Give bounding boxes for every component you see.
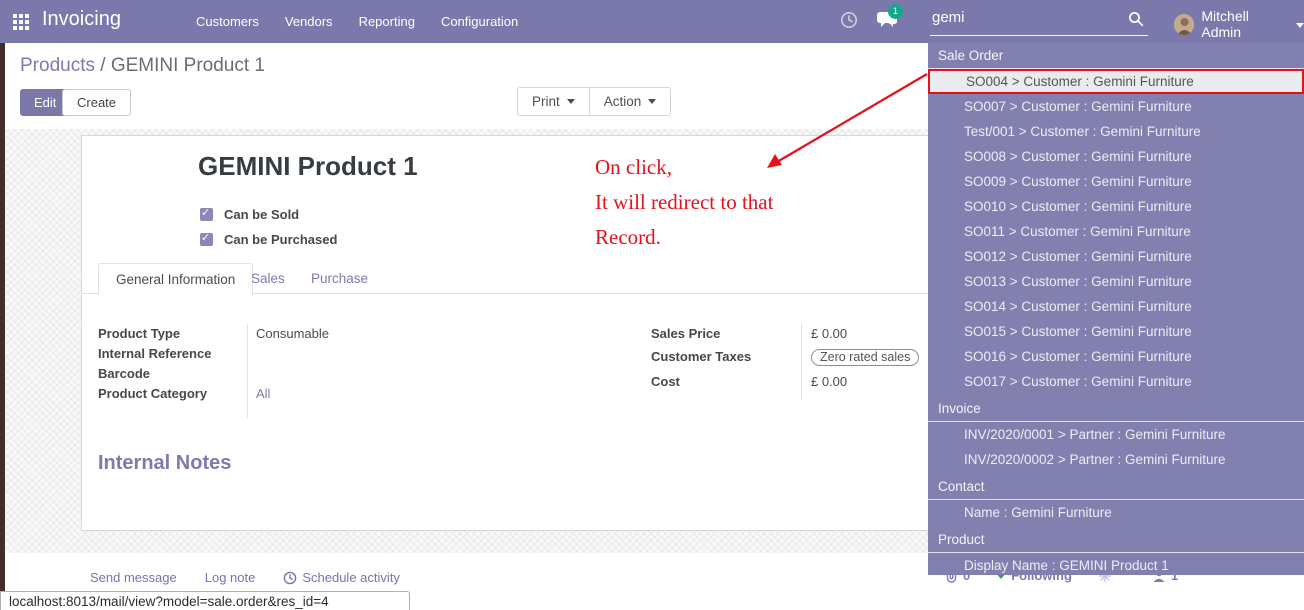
menu-item-reporting[interactable]: Reporting (359, 14, 415, 29)
dropdown-item[interactable]: INV/2020/0002 > Partner : Gemini Furnitu… (928, 447, 1304, 472)
chevron-down-icon (567, 99, 575, 104)
checkbox-row[interactable]: Can be Purchased (200, 227, 337, 252)
field-value (256, 366, 528, 381)
user-menu[interactable]: Mitchell Admin (1174, 8, 1304, 40)
field-value (256, 346, 528, 361)
main-menu: Customers Vendors Reporting Configuration (196, 14, 518, 29)
tab-general-information[interactable]: General Information (98, 263, 253, 295)
field-label: Product Type (98, 326, 256, 341)
checkbox-checked-icon[interactable] (200, 233, 213, 246)
dropdown-item[interactable]: SO017 > Customer : Gemini Furniture (928, 369, 1304, 394)
field-label: Cost (651, 374, 811, 389)
top-navbar: Invoicing Customers Vendors Reporting Confi… (0, 0, 1304, 43)
messages-icon[interactable]: 1 (876, 10, 898, 29)
product-flags: Can be Sold Can be Purchased (200, 202, 337, 252)
print-button[interactable]: Print (518, 88, 589, 115)
field-separator-line (247, 324, 248, 419)
dropdown-section-header-invoice: Invoice (928, 396, 1304, 422)
field-label: Sales Price (651, 326, 811, 341)
search-icon[interactable] (1128, 11, 1144, 32)
dropdown-item[interactable]: SO016 > Customer : Gemini Furniture (928, 344, 1304, 369)
checkbox-label: Can be Purchased (224, 232, 337, 247)
tab-sales[interactable]: Sales (234, 263, 302, 294)
checkbox-checked-icon[interactable] (200, 208, 213, 221)
dropdown-item[interactable]: Display Name : GEMINI Product 1 (928, 553, 1304, 575)
log-note-button[interactable]: Log note (205, 570, 256, 585)
field-group-left: Product TypeConsumableInternal Reference… (98, 326, 528, 406)
menu-item-configuration[interactable]: Configuration (441, 14, 518, 29)
field-label: Barcode (98, 366, 256, 381)
message-count-badge: 1 (888, 4, 903, 19)
create-button[interactable]: Create (62, 89, 131, 116)
dropdown-section-header-sale-order: Sale Order (928, 43, 1304, 69)
chatter-toolbar: Send message Log note Schedule activity (90, 570, 400, 585)
action-button[interactable]: Action (589, 88, 671, 115)
dropdown-item[interactable]: SO008 > Customer : Gemini Furniture (928, 144, 1304, 169)
dropdown-item[interactable]: SO013 > Customer : Gemini Furniture (928, 269, 1304, 294)
dropdown-item[interactable]: SO010 > Customer : Gemini Furniture (928, 194, 1304, 219)
dropdown-item[interactable]: SO009 > Customer : Gemini Furniture (928, 169, 1304, 194)
field-value: Consumable (256, 326, 528, 341)
annotation-text: On click, It will redirect to that Recor… (595, 150, 925, 255)
menu-item-customers[interactable]: Customers (196, 14, 259, 29)
dropdown-item[interactable]: SO014 > Customer : Gemini Furniture (928, 294, 1304, 319)
product-title: GEMINI Product 1 (198, 151, 418, 182)
dropdown-item[interactable]: SO012 > Customer : Gemini Furniture (928, 244, 1304, 269)
internal-notes-heading: Internal Notes (98, 452, 231, 475)
field-label: Internal Reference (98, 346, 256, 361)
field-value[interactable]: All (256, 386, 528, 401)
user-name: Mitchell Admin (1201, 8, 1289, 40)
dropdown-item[interactable]: Test/001 > Customer : Gemini Furniture (928, 119, 1304, 144)
dropdown-section-header-contact: Contact (928, 474, 1304, 500)
tab-purchase[interactable]: Purchase (294, 263, 385, 294)
clock-icon (283, 571, 297, 585)
search-results-dropdown: Sale OrderSO004 > Customer : Gemini Furn… (928, 43, 1304, 575)
menu-item-vendors[interactable]: Vendors (285, 14, 333, 29)
field-row: Barcode (98, 366, 528, 381)
breadcrumb-current: / GEMINI Product 1 (95, 55, 265, 76)
field-label: Product Category (98, 386, 256, 401)
app-name[interactable]: Invoicing (42, 8, 121, 31)
chevron-down-icon (648, 99, 656, 104)
dropdown-section-header-product: Product (928, 527, 1304, 553)
chevron-down-icon (1296, 23, 1304, 28)
schedule-activity-button[interactable]: Schedule activity (283, 570, 400, 585)
send-message-button[interactable]: Send message (90, 570, 177, 585)
field-label: Customer Taxes (651, 349, 811, 366)
tax-badge[interactable]: Zero rated sales (811, 349, 919, 366)
dropdown-item-highlighted[interactable]: SO004 > Customer : Gemini Furniture (928, 69, 1304, 94)
dropdown-item[interactable]: SO011 > Customer : Gemini Furniture (928, 219, 1304, 244)
dropdown-item[interactable]: Name : Gemini Furniture (928, 500, 1304, 525)
breadcrumb: Products / GEMINI Product 1 (20, 55, 265, 77)
field-row: Product TypeConsumable (98, 326, 528, 341)
print-action-group: Print Action (517, 87, 671, 116)
activity-clock-icon[interactable] (840, 11, 858, 29)
field-row: Internal Reference (98, 346, 528, 361)
global-search (930, 5, 1148, 36)
breadcrumb-products-link[interactable]: Products (20, 55, 95, 76)
dropdown-item[interactable]: SO015 > Customer : Gemini Furniture (928, 319, 1304, 344)
checkbox-label: Can be Sold (224, 207, 299, 222)
browser-status-url: localhost:8013/mail/view?model=sale.orde… (0, 591, 410, 610)
apps-grid-icon[interactable] (13, 14, 29, 30)
systray: 1 (840, 10, 898, 29)
dropdown-item[interactable]: SO007 > Customer : Gemini Furniture (928, 94, 1304, 119)
dropdown-item[interactable]: INV/2020/0001 > Partner : Gemini Furnitu… (928, 422, 1304, 447)
field-separator-line (801, 324, 802, 400)
field-row: Product CategoryAll (98, 386, 528, 401)
window-left-edge (0, 43, 5, 610)
checkbox-row[interactable]: Can be Sold (200, 202, 337, 227)
search-input[interactable] (932, 9, 1117, 26)
avatar (1174, 14, 1194, 35)
